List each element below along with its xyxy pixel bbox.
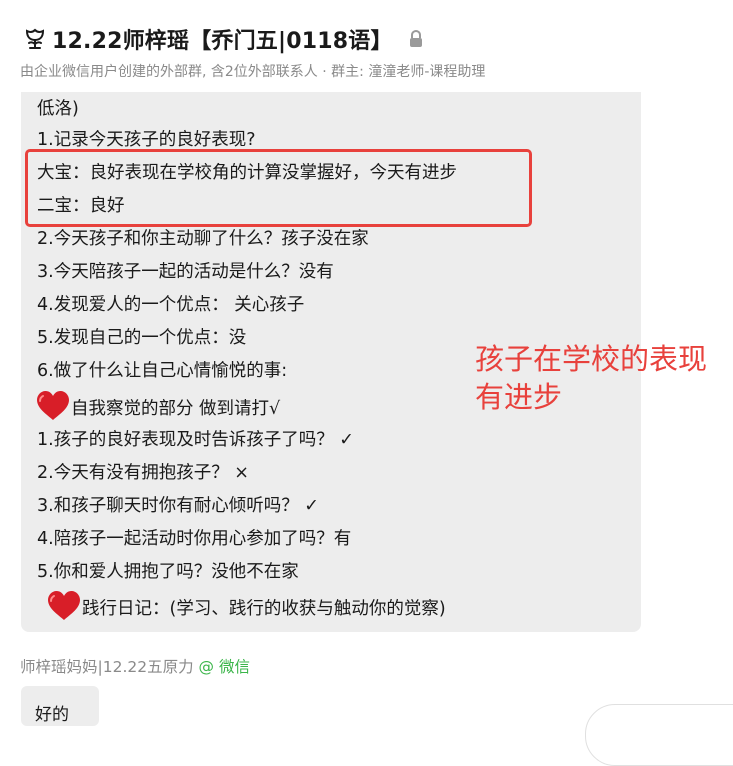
- message-line: 6.做了什么让自己心情愉悦的事:: [37, 361, 288, 381]
- message-line-text: 践行日记：(学习、践行的收获与触动你的觉察): [82, 599, 446, 619]
- sender-name: 师梓瑶妈妈|12.22五原力: [20, 658, 194, 676]
- chat-subtitle: 由企业微信用户创建的外部群, 含2位外部联系人 · 群主: 潼潼老师-课程助理: [20, 64, 486, 80]
- tulip-icon: [22, 26, 48, 52]
- next-message-text: 好的: [35, 705, 69, 725]
- message-line: 低洛): [37, 99, 79, 119]
- message-line: 2.今天有没有拥抱孩子？ ×: [37, 463, 249, 483]
- floating-button[interactable]: [585, 704, 733, 766]
- red-heart-icon: [46, 590, 82, 628]
- sender-label: 师梓瑶妈妈|12.22五原力 @ 微信: [20, 655, 250, 677]
- message-line: 4.发现爱人的一个优点： 关心孩子: [37, 295, 305, 315]
- message-line: 2.今天孩子和你主动聊了什么？孩子没在家: [37, 229, 369, 249]
- annotation-text: 孩子在学校的表现有进步: [475, 342, 708, 414]
- lock-icon[interactable]: [409, 30, 423, 48]
- message-line: 1.记录今天孩子的良好表现?: [37, 130, 256, 150]
- message-line: 5.发现自己的一个优点：没: [37, 328, 247, 348]
- highlight-box: [25, 149, 532, 227]
- message-line: 3.和孩子聊天时你有耐心倾听吗？ ✓: [37, 496, 319, 516]
- chat-title-row: 12.22师梓瑶【乔门五|0118语】: [22, 24, 423, 54]
- message-line: 5.你和爱人拥抱了吗？没他不在家: [37, 562, 299, 582]
- message-line: 3.今天陪孩子一起的活动是什么？没有: [37, 262, 334, 282]
- message-line-text: 自我察觉的部分 做到请打√: [71, 399, 281, 419]
- message-line: 4.陪孩子一起活动时你用心参加了吗？有: [37, 529, 352, 549]
- sender-source: @ 微信: [198, 658, 250, 676]
- message-line: 1.孩子的良好表现及时告诉孩子了吗？ ✓: [37, 430, 354, 450]
- red-heart-icon: [35, 390, 71, 428]
- chat-title: 12.22师梓瑶【乔门五|0118语】: [52, 29, 393, 54]
- chat-header: 12.22师梓瑶【乔门五|0118语】 由企业微信用户创建的外部群, 含2位外部…: [0, 0, 733, 92]
- message-line-with-heart: 践行日记：(学习、践行的收获与触动你的觉察): [46, 590, 446, 628]
- next-message-bubble[interactable]: 好的: [21, 686, 99, 726]
- message-line-with-heart: 自我察觉的部分 做到请打√: [35, 390, 280, 428]
